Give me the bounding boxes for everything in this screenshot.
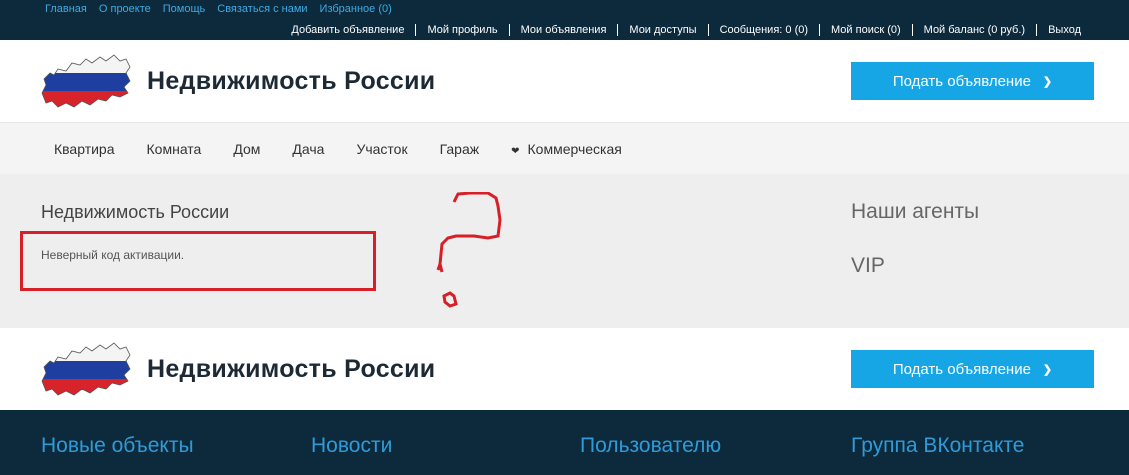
heart-icon: ❤ xyxy=(511,145,520,157)
footer-for-users[interactable]: Пользователю xyxy=(580,434,721,458)
annotation-box xyxy=(20,231,376,291)
post-ad-button-footer[interactable]: Подать объявление ❯ xyxy=(851,350,1094,388)
nav-item-house[interactable]: Дом xyxy=(233,141,260,157)
nav-item-commercial[interactable]: ❤ Коммерческая xyxy=(511,141,622,157)
nav-item-garage[interactable]: Гараж xyxy=(440,141,480,157)
russia-flag-map-icon[interactable] xyxy=(40,53,132,109)
agents-heading[interactable]: Наши агенты xyxy=(851,200,979,224)
user-menu-logout[interactable]: Выход xyxy=(1036,24,1081,36)
top-link-favorites[interactable]: Избранное (0) xyxy=(320,3,392,15)
nav-item-plot[interactable]: Участок xyxy=(356,141,407,157)
post-ad-button[interactable]: Подать объявление ❯ xyxy=(851,62,1094,100)
category-nav: Квартира Комната Дом Дача Участок Гараж … xyxy=(0,122,1129,174)
post-ad-label: Подать объявление xyxy=(892,360,1031,378)
post-ad-label: Подать объявление xyxy=(892,72,1031,90)
site-title[interactable]: Недвижимость России xyxy=(147,67,435,96)
user-menu: Добавить объявление Мой профиль Мои объя… xyxy=(291,24,1081,36)
footer-brand-bar: Недвижимость России Подать объявление ❯ xyxy=(0,328,1129,410)
nav-item-apartment[interactable]: Квартира xyxy=(54,141,115,157)
footer-new-listings[interactable]: Новые объекты xyxy=(41,434,194,458)
top-bar: Главная О проекте Помощь Связаться с нам… xyxy=(0,0,1129,40)
top-link-help[interactable]: Помощь xyxy=(163,3,206,15)
top-links: Главная О проекте Помощь Связаться с нам… xyxy=(45,3,392,15)
question-mark-annotation xyxy=(436,192,502,308)
top-link-home[interactable]: Главная xyxy=(45,3,87,15)
user-menu-add-ad[interactable]: Добавить объявление xyxy=(291,24,415,36)
footer: Новые объекты Новости Пользователю Групп… xyxy=(0,410,1129,475)
chevron-right-icon: ❯ xyxy=(1042,75,1053,88)
site-header: Недвижимость России Подать объявление ❯ xyxy=(0,40,1129,122)
user-menu-messages[interactable]: Сообщения: 0 (0) xyxy=(707,24,819,36)
nav-item-room[interactable]: Комната xyxy=(147,141,202,157)
user-menu-access[interactable]: Мои доступы xyxy=(617,24,707,36)
nav-item-dacha[interactable]: Дача xyxy=(292,141,324,157)
footer-news[interactable]: Новости xyxy=(311,434,392,458)
user-menu-profile[interactable]: Мой профиль xyxy=(415,24,508,36)
top-link-about[interactable]: О проекте xyxy=(99,3,151,15)
page-title: Недвижимость России xyxy=(41,202,230,222)
site-title-footer[interactable]: Недвижимость России xyxy=(147,355,435,384)
top-link-contact[interactable]: Связаться с нами xyxy=(217,3,307,15)
user-menu-balance[interactable]: Мой баланс (0 руб.) xyxy=(911,24,1036,36)
user-menu-my-ads[interactable]: Мои объявления xyxy=(508,24,618,36)
user-menu-search[interactable]: Мой поиск (0) xyxy=(819,24,912,36)
footer-vk-group[interactable]: Группа ВКонтакте xyxy=(851,434,1024,458)
russia-flag-map-icon[interactable] xyxy=(40,341,132,397)
chevron-right-icon: ❯ xyxy=(1042,363,1053,376)
nav-item-commercial-label: Коммерческая xyxy=(527,140,622,157)
main-content: Недвижимость России Неверный код активац… xyxy=(0,174,1129,328)
vip-heading[interactable]: VIP xyxy=(851,254,885,278)
